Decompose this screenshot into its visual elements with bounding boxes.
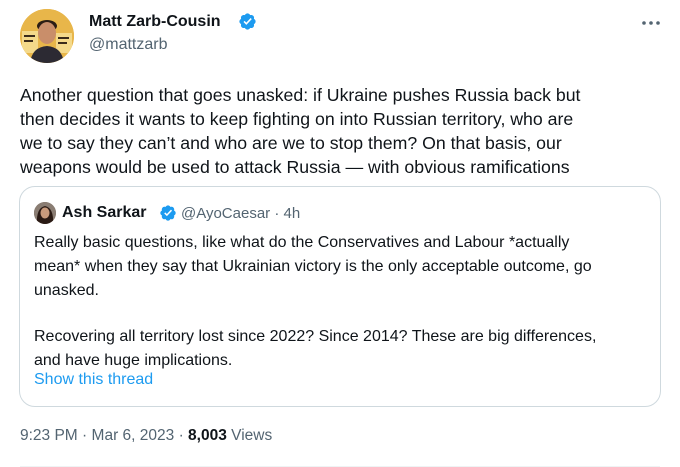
quoted-text-line: mean* when they say that Ukrainian victo…: [34, 258, 592, 275]
author-avatar[interactable]: [20, 9, 74, 63]
tweet-text-line: weapons would be used to attack Russia —…: [20, 157, 570, 177]
tweet-time[interactable]: 9:23 PM: [20, 427, 78, 444]
quoted-meta-separator: ·: [274, 205, 280, 222]
tweet-text: Another question that goes unasked: if U…: [20, 83, 660, 179]
meta-separator: ·: [82, 427, 88, 444]
quoted-tweet-time[interactable]: 4h: [284, 205, 301, 222]
quoted-text-line: and have huge implications.: [34, 352, 233, 369]
quoted-text-line: Really basic questions, like what do the…: [34, 234, 570, 251]
author-handle[interactable]: @mattzarb: [89, 36, 167, 54]
tweet-text-line: we to say they can’t and who are we to s…: [20, 133, 562, 153]
quoted-tweet-card[interactable]: Ash Sarkar @AyoCaesar · 4h Really basic …: [19, 186, 661, 407]
tweet-date[interactable]: Mar 6, 2023: [92, 427, 175, 444]
quoted-author-avatar[interactable]: [34, 202, 56, 224]
verified-badge-icon[interactable]: [238, 12, 257, 31]
views-label: Views: [231, 427, 273, 444]
tweet-text-line: then decides it wants to keep fighting o…: [20, 109, 574, 129]
show-thread-link[interactable]: Show this thread: [34, 371, 153, 389]
quoted-verified-badge-icon: [160, 205, 176, 221]
quoted-author-name[interactable]: Ash Sarkar: [62, 204, 147, 222]
quoted-author-meta: @AyoCaesar · 4h: [181, 205, 300, 222]
tweet-meta: 9:23 PM · Mar 6, 2023 · 8,003 Views: [20, 427, 272, 445]
quoted-text-line: unasked.: [34, 282, 99, 299]
quoted-tweet-text: Really basic questions, like what do the…: [34, 231, 654, 373]
quoted-author-handle[interactable]: @AyoCaesar: [181, 205, 270, 222]
views-count: 8,003: [188, 427, 227, 444]
quoted-author-avatar-image: [34, 202, 56, 224]
quoted-text-line: Recovering all territory lost since 2022…: [34, 328, 597, 345]
author-avatar-image: [20, 9, 74, 63]
author-name[interactable]: Matt Zarb-Cousin: [89, 13, 221, 31]
tweet-text-line: Another question that goes unasked: if U…: [20, 85, 581, 105]
more-dots-icon[interactable]: [637, 14, 665, 32]
meta-separator: ·: [178, 427, 184, 444]
